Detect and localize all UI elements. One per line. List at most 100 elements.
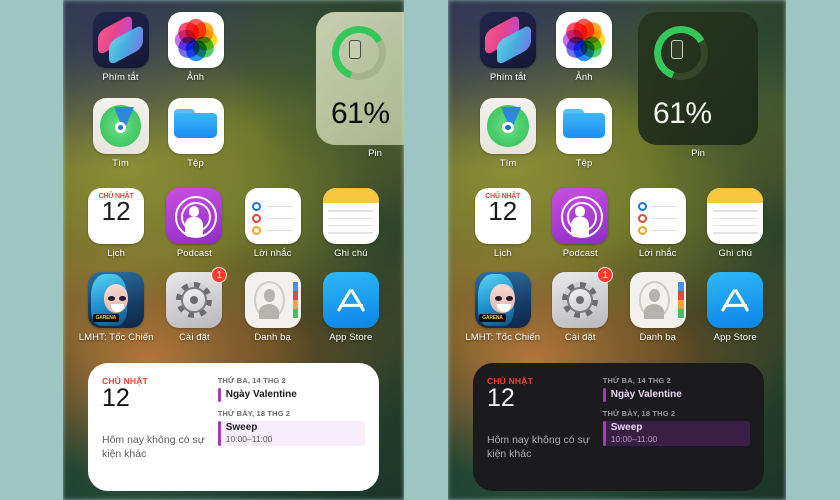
calendar-widget-today-dark: CHỦ NHẬT 12 Hôm nay không có sự kiện khá…	[487, 376, 603, 478]
phone-icon	[349, 40, 361, 59]
phone-screenshot-dark: Phím tắt Ảnh Tìm Tệp 61% Pin CHỦ NHẬT 12…	[448, 0, 786, 500]
app-label: Ghi chú	[334, 248, 368, 259]
game-publisher-tag: GARENA	[92, 314, 120, 323]
app-photos-light[interactable]: Ảnh	[158, 12, 233, 83]
appstore-icon	[707, 272, 764, 328]
app-podcasts-dark[interactable]: Podcast	[542, 188, 620, 259]
reminders-icon	[244, 188, 301, 244]
calendar-widget-dark[interactable]: CHỦ NHẬT 12 Hôm nay không có sự kiện khá…	[473, 363, 764, 491]
app-row-4-light: GARENA LMHT: Tốc Chiến 1 Cài đặt Danh bạ…	[77, 267, 390, 343]
phone-icon	[671, 40, 683, 59]
app-label: Danh bạ	[254, 332, 291, 343]
app-label: App Store	[713, 332, 757, 343]
calendar-event[interactable]: Sweep 10:00–11:00	[602, 421, 750, 446]
phone-screenshot-light: Phím tắt Ảnh Tìm Tệp 61% Pin CHỦ NHẬT 12…	[63, 0, 404, 500]
calendar-widget-upcoming-light: THỨ BA, 14 THG 2 Ngày Valentine THỨ BẢY,…	[217, 376, 365, 478]
calendar-section-header: THỨ BA, 14 THG 2	[602, 376, 671, 385]
photos-icon	[167, 12, 224, 68]
shortcuts-icon	[480, 12, 536, 68]
app-label: Phím tắt	[489, 72, 527, 83]
app-settings-light[interactable]: 1 Cài đặt	[155, 267, 233, 343]
app-row-4-dark: GARENA LMHT: Tốc Chiến 1 Cài đặt Danh bạ…	[464, 267, 775, 343]
app-lmht-light[interactable]: GARENA LMHT: Tốc Chiến	[77, 272, 155, 343]
app-notes-light[interactable]: Ghi chú	[312, 188, 390, 259]
app-label: Lời nhắc	[253, 248, 292, 259]
app-label: Podcast	[562, 248, 598, 259]
event-title: Ngày Valentine	[225, 389, 297, 400]
app-reminders-dark[interactable]: Lời nhắc	[619, 188, 697, 259]
app-lmht-dark[interactable]: GARENA LMHT: Tốc Chiến	[464, 272, 542, 343]
contacts-icon	[244, 272, 301, 328]
battery-widget-label-light: Pin	[368, 148, 382, 159]
calendar-widget-today-light: CHỦ NHẬT 12 Hôm nay không có sự kiện khá…	[102, 376, 218, 478]
home-screen-dark: Phím tắt Ảnh Tìm Tệp 61% Pin CHỦ NHẬT 12…	[448, 0, 786, 500]
app-findmy-light[interactable]: Tìm	[83, 98, 158, 169]
app-shortcuts-dark[interactable]: Phím tắt	[470, 12, 546, 83]
app-label: Lịch	[107, 248, 126, 259]
app-appstore-dark[interactable]: App Store	[697, 272, 775, 343]
files-icon	[556, 98, 612, 154]
notes-icon	[707, 188, 764, 244]
event-title: Sweep	[610, 422, 643, 433]
app-label: Podcast	[176, 248, 212, 259]
event-title: Ngày Valentine	[610, 389, 682, 400]
app-reminders-light[interactable]: Lời nhắc	[234, 188, 312, 259]
settings-icon: 1	[552, 267, 614, 328]
app-label: Ghi chú	[718, 248, 752, 259]
app-label: Tệp	[187, 158, 204, 169]
app-row-2-dark: Tìm Tệp	[470, 98, 622, 169]
files-icon	[167, 98, 224, 154]
calendar-icon: CHỦ NHẬT 12	[474, 188, 531, 244]
photos-icon	[556, 12, 612, 68]
app-files-light[interactable]: Tệp	[158, 98, 233, 169]
calendar-icon: CHỦ NHẬT 12	[88, 188, 145, 244]
app-row-3-dark: CHỦ NHẬT 12 Lịch Podcast Lời nhắc Ghi ch…	[464, 188, 774, 259]
notes-icon	[322, 188, 379, 244]
screenshot-canvas: Phím tắt Ảnh Tìm Tệp 61% Pin CHỦ NHẬT 12…	[0, 0, 840, 500]
event-time: 10:00–11:00	[225, 434, 273, 444]
app-label: App Store	[329, 332, 373, 343]
calendar-section-header: THỨ BẢY, 18 THG 2	[602, 409, 676, 418]
app-row-3-light: CHỦ NHẬT 12 Lịch Podcast Lời nhắc Ghi ch…	[77, 188, 390, 259]
app-label: Danh bạ	[639, 332, 677, 343]
app-findmy-dark[interactable]: Tìm	[470, 98, 546, 169]
app-row-1-dark: Phím tắt Ảnh	[470, 12, 622, 83]
podcasts-icon	[166, 188, 223, 244]
app-photos-dark[interactable]: Ảnh	[546, 12, 622, 83]
battery-widget-dark[interactable]: 61%	[638, 12, 758, 145]
notification-badge: 1	[597, 267, 614, 283]
app-contacts-dark[interactable]: Danh bạ	[619, 272, 697, 343]
app-label: Ảnh	[575, 72, 593, 83]
event-title: Sweep	[225, 422, 258, 433]
calendar-no-events-text: Hôm nay không có sự kiện khác	[487, 434, 590, 461]
app-appstore-light[interactable]: App Store	[312, 272, 390, 343]
app-calendar-light[interactable]: CHỦ NHẬT 12 Lịch	[77, 188, 155, 259]
app-label: Lời nhắc	[638, 248, 677, 259]
calendar-event[interactable]: Sweep 10:00–11:00	[217, 421, 365, 446]
shortcuts-icon	[92, 12, 149, 68]
battery-widget-label-dark: Pin	[691, 148, 705, 159]
battery-percent-light: 61%	[331, 97, 390, 130]
app-calendar-dark[interactable]: CHỦ NHẬT 12 Lịch	[464, 188, 542, 259]
calendar-widget-light[interactable]: CHỦ NHẬT 12 Hôm nay không có sự kiện khá…	[88, 363, 379, 491]
app-shortcuts-light[interactable]: Phím tắt	[83, 12, 158, 83]
app-files-dark[interactable]: Tệp	[546, 98, 622, 169]
app-label: Phím tắt	[102, 72, 139, 83]
calendar-no-events-text: Hôm nay không có sự kiện khác	[102, 434, 205, 461]
calendar-section-header: THỨ BA, 14 THG 2	[217, 376, 286, 385]
calendar-event[interactable]: Ngày Valentine	[217, 388, 365, 402]
app-label: LMHT: Tốc Chiến	[78, 332, 154, 343]
app-label: Cài đặt	[564, 332, 596, 343]
event-time: 10:00–11:00	[610, 434, 658, 444]
calendar-event[interactable]: Ngày Valentine	[602, 388, 750, 402]
app-notes-dark[interactable]: Ghi chú	[697, 188, 775, 259]
app-row-1-light: Phím tắt Ảnh	[83, 12, 233, 83]
findmy-icon	[92, 98, 149, 154]
app-podcasts-light[interactable]: Podcast	[155, 188, 233, 259]
app-settings-dark[interactable]: 1 Cài đặt	[542, 267, 620, 343]
app-contacts-light[interactable]: Danh bạ	[234, 272, 312, 343]
app-label: Lịch	[493, 248, 512, 259]
game-publisher-tag: GARENA	[479, 314, 506, 323]
calendar-day-number: 12	[102, 384, 130, 412]
battery-widget-light[interactable]: 61%	[316, 12, 404, 145]
